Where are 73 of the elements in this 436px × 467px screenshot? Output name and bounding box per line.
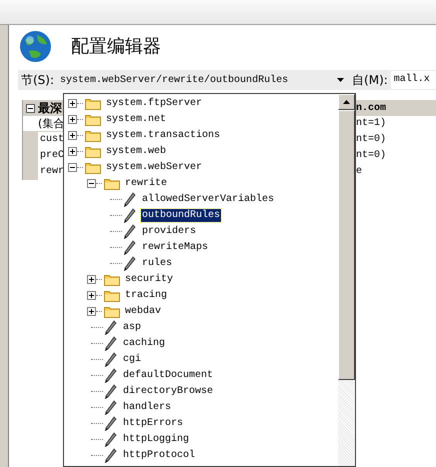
pencil-icon <box>104 352 118 366</box>
tree-item[interactable]: directoryBrowse <box>122 384 214 398</box>
folder-icon <box>85 160 101 174</box>
tree-item[interactable]: caching <box>122 336 166 350</box>
pencil-icon <box>123 192 137 206</box>
tree-item[interactable]: outboundRules <box>141 208 222 222</box>
group-header-value: n.com <box>356 102 388 116</box>
collapse-icon[interactable] <box>68 162 77 172</box>
expand-icon[interactable] <box>87 290 96 300</box>
pencil-icon <box>104 416 118 430</box>
pencil-icon <box>123 208 137 222</box>
from-field[interactable]: mall.x <box>390 71 436 89</box>
folder-icon <box>85 96 101 110</box>
property-value: nt=1) <box>356 116 436 132</box>
folder-icon <box>104 272 120 286</box>
expand-icon[interactable] <box>87 274 96 284</box>
property-name: (集合 <box>37 116 64 132</box>
pencil-icon <box>123 224 137 238</box>
tree-item[interactable]: security <box>124 272 174 286</box>
tree-item[interactable]: system.ftpServer <box>105 96 204 110</box>
tree-item[interactable]: system.webServer <box>105 160 204 174</box>
tree-item[interactable]: httpErrors <box>122 416 184 430</box>
tree-item[interactable]: system.transactions <box>105 128 222 142</box>
property-value: nt=0) <box>356 148 436 164</box>
window-title: 配置编辑器 <box>71 34 161 58</box>
folder-icon <box>104 304 120 318</box>
pencil-icon <box>104 432 118 446</box>
tree-item[interactable]: httpProtocol <box>122 448 196 462</box>
folder-icon <box>85 144 101 158</box>
group-header: 最深 <box>38 100 62 117</box>
collapse-icon[interactable] <box>87 178 96 188</box>
pencil-icon <box>104 448 118 462</box>
tree-item[interactable]: system.net <box>105 112 168 126</box>
section-dropdown[interactable]: system.webServer/rewrite/outboundRules <box>57 71 350 89</box>
tree-item[interactable]: system.web <box>105 144 168 158</box>
folder-icon <box>104 176 120 190</box>
expand-icon[interactable] <box>68 130 77 140</box>
tree-item[interactable]: httpLogging <box>122 432 190 446</box>
tree-item[interactable]: handlers <box>122 400 172 414</box>
tree-item[interactable]: allowedServerVariables <box>141 192 276 206</box>
pencil-icon <box>123 240 137 254</box>
up-arrow-icon <box>343 100 350 104</box>
folder-icon <box>104 288 120 302</box>
tree-item[interactable]: providers <box>141 224 198 238</box>
tree-item[interactable]: rewriteMaps <box>141 240 210 254</box>
expand-icon[interactable] <box>68 146 77 156</box>
scroll-thumb[interactable] <box>338 110 355 380</box>
tree-item[interactable]: cgi <box>122 352 142 366</box>
pencil-icon <box>104 320 118 334</box>
tree-item[interactable]: rewrite <box>124 176 168 190</box>
tree-item[interactable]: rules <box>141 256 174 270</box>
pencil-icon <box>104 384 118 398</box>
scrollbar[interactable] <box>338 94 355 466</box>
expand-icon[interactable] <box>68 114 77 124</box>
pencil-icon <box>104 400 118 414</box>
pencil-icon <box>104 336 118 350</box>
section-label: 节(S): <box>20 72 56 89</box>
property-value: e <box>356 164 436 180</box>
folder-icon <box>85 128 101 142</box>
pencil-icon <box>104 368 118 382</box>
tree-item[interactable]: asp <box>122 320 142 334</box>
pencil-icon <box>123 256 137 270</box>
expand-icon[interactable] <box>87 306 96 316</box>
property-value: nt=0) <box>356 132 436 148</box>
tree-item[interactable]: webdav <box>124 304 162 318</box>
dropdown-arrow-icon <box>337 78 344 82</box>
expand-icon[interactable] <box>68 98 77 108</box>
from-label: 自(M): <box>351 72 389 89</box>
scroll-up-button[interactable] <box>338 94 355 110</box>
globe-icon <box>19 30 52 62</box>
tree-item[interactable]: tracing <box>124 288 168 302</box>
tree-item[interactable]: defaultDocument <box>122 368 214 382</box>
folder-icon <box>85 112 101 126</box>
